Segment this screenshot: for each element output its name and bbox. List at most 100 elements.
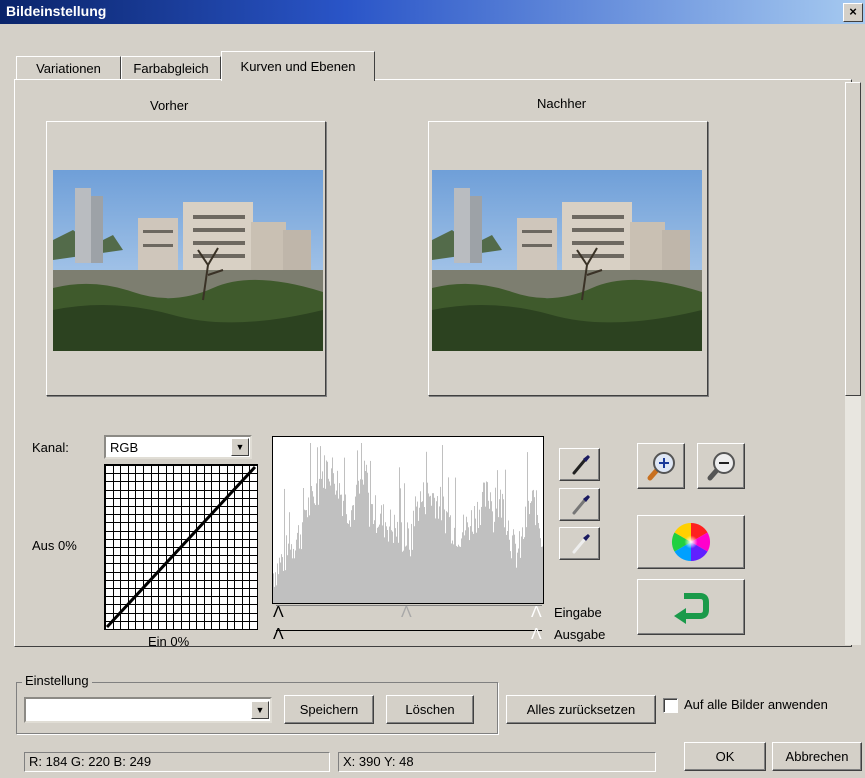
histogram-bar (524, 537, 525, 603)
histogram-bar (448, 477, 449, 603)
histogram-bar (359, 493, 360, 603)
white-point-eyedropper-button[interactable] (559, 527, 600, 560)
histogram-bar (504, 527, 505, 603)
input-percent-label: Ein 0% (148, 634, 190, 649)
histogram-bar (371, 504, 372, 603)
histogram-bar (350, 526, 351, 603)
histogram-bar (370, 460, 371, 603)
histogram-bar (376, 532, 377, 603)
histogram-bar (539, 528, 540, 603)
histogram-bar (332, 457, 333, 603)
histogram-bar (511, 558, 512, 603)
chevron-down-icon[interactable]: ▼ (231, 438, 249, 456)
histogram-bar (349, 520, 350, 603)
histogram-bar (418, 520, 419, 603)
close-button[interactable]: × (843, 3, 863, 22)
histogram-bar (477, 501, 478, 603)
histogram-bar (280, 562, 281, 603)
histogram-bar (512, 535, 513, 603)
after-preview-image (432, 170, 702, 351)
histogram-bar (515, 543, 516, 603)
before-preview-image (53, 170, 323, 351)
histogram-bar (386, 526, 387, 603)
tab-kurven-und-ebenen[interactable]: Kurven und Ebenen (221, 51, 375, 81)
apply-all-checkbox[interactable] (663, 698, 678, 713)
histogram-bar (487, 482, 488, 603)
histogram-bar (364, 460, 365, 603)
histogram-bar (476, 532, 477, 603)
histogram-bar (338, 498, 339, 603)
ok-button[interactable]: OK (684, 742, 766, 771)
black-point-eyedropper-button[interactable] (559, 448, 600, 481)
histogram-bar (331, 468, 332, 603)
histogram-bar (335, 494, 336, 603)
histogram-bar (307, 517, 308, 603)
delete-button[interactable]: Löschen (386, 695, 474, 724)
histogram-bar (495, 487, 496, 603)
histogram-bar (446, 511, 447, 603)
histogram-bar (334, 483, 335, 603)
histogram-bar (326, 460, 327, 603)
tab-variationen[interactable]: Variationen (16, 56, 121, 80)
color-wheel-button[interactable] (637, 515, 745, 569)
output-black-point-handle[interactable]: Λ (273, 627, 284, 643)
histogram-bar (530, 502, 531, 603)
histogram-bar (516, 567, 517, 603)
histogram-bar (281, 554, 282, 603)
input-white-point-handle[interactable]: Λ (531, 605, 542, 621)
gray-point-eyedropper-button[interactable] (559, 488, 600, 521)
histogram-bar (436, 501, 437, 603)
histogram-bar (521, 536, 522, 603)
zoom-in-button[interactable] (637, 443, 685, 489)
cancel-button[interactable]: Abbrechen (772, 742, 862, 771)
histogram-bar (482, 491, 483, 603)
zoom-out-button[interactable] (697, 443, 745, 489)
histogram-bar (537, 514, 538, 603)
histogram-bar (492, 511, 493, 603)
histogram-bar (410, 556, 411, 603)
save-button[interactable]: Speichern (284, 695, 374, 724)
histogram-bar (535, 525, 536, 603)
undo-button[interactable] (637, 579, 745, 635)
histogram-bar (480, 525, 481, 603)
rgb-readout: R: 184 G: 220 B: 249 (24, 752, 330, 772)
histogram-bar (361, 443, 362, 603)
histogram-bar (433, 493, 434, 603)
after-label: Nachher (537, 96, 587, 111)
scrollbar-thumb[interactable] (845, 82, 861, 396)
histogram-bar (296, 539, 297, 603)
preset-select[interactable]: ▼ (24, 697, 272, 723)
histogram-bar (469, 540, 470, 603)
curve-editor[interactable] (104, 464, 258, 630)
histogram-bar (299, 548, 300, 603)
histogram-bar (369, 526, 370, 603)
histogram-bar (430, 495, 431, 603)
histogram-bar (472, 531, 473, 603)
histogram-bar (498, 517, 499, 603)
histogram-bar (320, 446, 321, 603)
histogram-bar (468, 527, 469, 603)
histogram-bar (488, 500, 489, 603)
eyedropper-gray-icon (572, 495, 590, 515)
eyedropper-black-icon (572, 455, 590, 475)
histogram-bar (343, 500, 344, 603)
histogram-bar (384, 537, 385, 603)
histogram-bar (391, 530, 392, 603)
reset-all-button[interactable]: Alles zurücksetzen (506, 695, 656, 724)
histogram-bar (285, 570, 286, 603)
histogram-bar (542, 546, 543, 603)
output-white-point-handle[interactable]: Λ (531, 627, 542, 643)
histogram-bar (354, 519, 355, 603)
tab-farbabgleich[interactable]: Farbabgleich (121, 56, 221, 80)
histogram-bar (494, 521, 495, 603)
input-gamma-handle[interactable]: Λ (401, 605, 412, 621)
histogram-bar (411, 523, 412, 603)
chevron-down-icon[interactable]: ▼ (251, 701, 269, 719)
histogram-bar (407, 522, 408, 603)
input-black-point-handle[interactable]: Λ (273, 605, 284, 621)
histogram-bar (305, 510, 306, 603)
histogram-bar (429, 496, 430, 603)
histogram-bar (403, 550, 404, 603)
channel-select[interactable]: RGB ▼ (104, 435, 252, 459)
histogram-bar (457, 546, 458, 603)
